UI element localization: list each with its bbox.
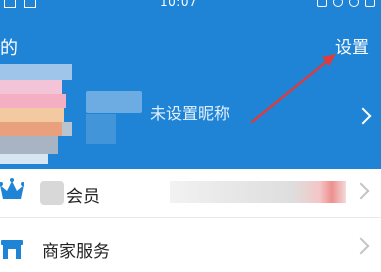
nickname-placeholder-blur xyxy=(86,114,116,144)
list-item-label: 会员 xyxy=(66,187,100,207)
crown-icon xyxy=(0,178,24,199)
nickname-label[interactable]: 未设置昵称 xyxy=(150,100,230,124)
chevron-right-icon[interactable] xyxy=(354,107,372,125)
status-time: 10:07 xyxy=(160,0,198,9)
masked-brand-name xyxy=(40,181,64,205)
list-item[interactable]: 会员 xyxy=(0,169,381,218)
notification-icon xyxy=(4,0,16,8)
list-item[interactable]: 商家服务 xyxy=(0,224,381,272)
nickname-placeholder-blur xyxy=(86,91,142,113)
shop-icon xyxy=(1,240,23,259)
wifi-icon xyxy=(349,0,359,7)
alarm-icon xyxy=(333,0,343,7)
notification-icon xyxy=(24,0,36,8)
page-title: 的 xyxy=(0,38,18,59)
chevron-right-icon xyxy=(352,237,370,255)
membership-info-blur xyxy=(170,181,346,203)
status-icons xyxy=(317,0,375,9)
profile-header: 的 设置 未设置昵称 xyxy=(0,12,381,169)
chevron-right-icon xyxy=(352,182,370,200)
vibrate-icon xyxy=(317,0,327,7)
avatar[interactable] xyxy=(0,64,72,164)
status-bar: 10:07 xyxy=(0,0,381,12)
signal-icon xyxy=(365,0,375,7)
settings-button[interactable]: 设置 xyxy=(335,33,369,58)
list-item-label: 商家服务 xyxy=(42,242,110,262)
